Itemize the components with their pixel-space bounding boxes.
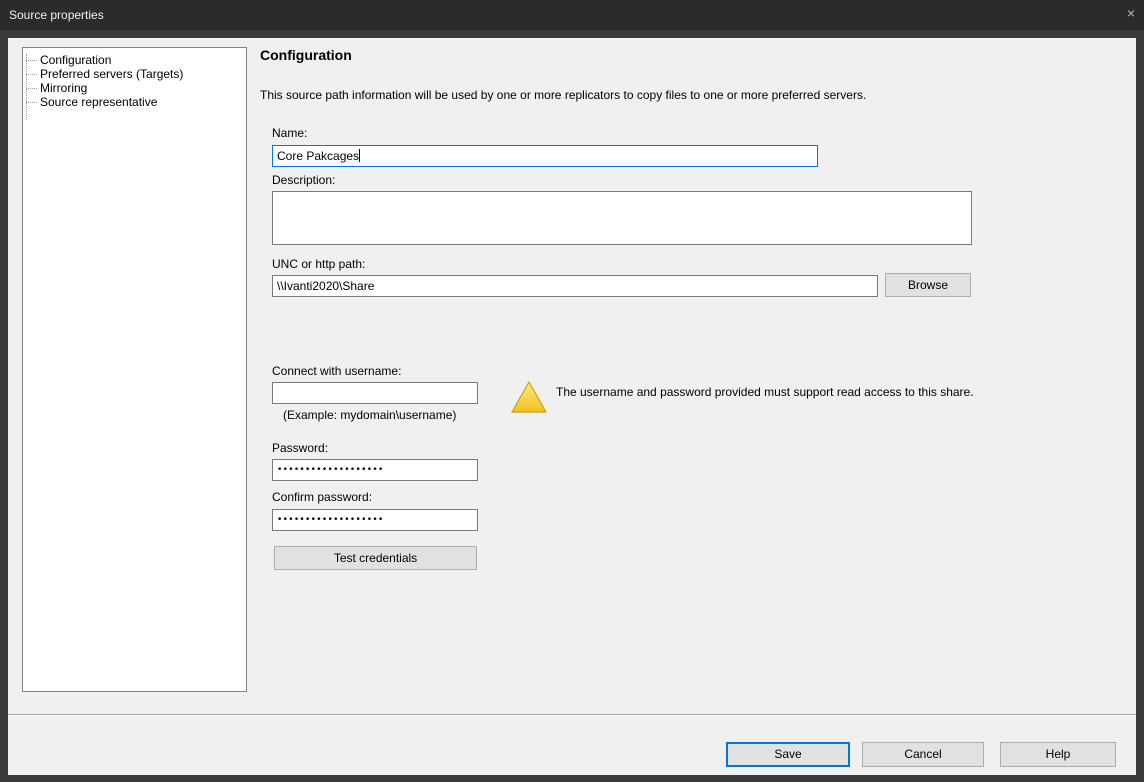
tree-item-preferred-servers[interactable]: Preferred servers (Targets) xyxy=(26,67,184,81)
password-input[interactable]: ••••••••••••••••••• xyxy=(272,459,478,481)
footer-divider xyxy=(8,714,1136,716)
username-example: (Example: mydomain\username) xyxy=(283,408,457,422)
path-label: UNC or http path: xyxy=(272,257,366,271)
tree-item-source-representative[interactable]: Source representative xyxy=(26,95,158,109)
tree-branch-icon xyxy=(26,81,37,89)
info-text: This source path information will be use… xyxy=(260,88,867,102)
confirm-password-input[interactable]: ••••••••••••••••••• xyxy=(272,509,478,531)
tree-item-label: Mirroring xyxy=(40,81,88,95)
username-label: Connect with username: xyxy=(272,364,402,378)
username-input[interactable] xyxy=(272,382,478,404)
text-caret xyxy=(359,149,361,162)
tree-item-label: Source representative xyxy=(40,95,158,109)
confirm-password-label: Confirm password: xyxy=(272,490,373,504)
name-input-value: Core Pakcages xyxy=(277,149,360,163)
password-label: Password: xyxy=(272,441,329,455)
window-title: Source properties xyxy=(9,8,104,22)
tree-item-configuration[interactable]: Configuration xyxy=(26,53,112,67)
page-title: Configuration xyxy=(260,47,352,63)
close-icon[interactable]: × xyxy=(1127,5,1135,21)
navigation-tree: Configuration Preferred servers (Targets… xyxy=(22,47,247,692)
warning-text: The username and password provided must … xyxy=(556,385,974,399)
warning-icon xyxy=(511,381,547,413)
save-button[interactable]: Save xyxy=(726,742,850,767)
name-input[interactable]: Core Pakcages xyxy=(272,145,818,167)
description-input[interactable] xyxy=(272,191,972,245)
tree-item-label: Preferred servers (Targets) xyxy=(40,67,184,81)
tree-branch-icon xyxy=(26,95,37,103)
help-button[interactable]: Help xyxy=(1000,742,1116,767)
description-label: Description: xyxy=(272,173,336,187)
source-properties-window: Source properties × Configuration Prefer… xyxy=(0,0,1144,782)
tree-item-label: Configuration xyxy=(40,53,112,67)
cancel-button[interactable]: Cancel xyxy=(862,742,984,767)
title-bar[interactable]: Source properties × xyxy=(0,0,1144,30)
tree-item-mirroring[interactable]: Mirroring xyxy=(26,81,88,95)
dialog-client-area: Configuration Preferred servers (Targets… xyxy=(8,38,1136,775)
path-input[interactable]: \\Ivanti2020\Share xyxy=(272,275,878,297)
test-credentials-button[interactable]: Test credentials xyxy=(274,546,477,570)
tree-branch-icon xyxy=(26,53,37,61)
tree-branch-icon xyxy=(26,67,37,75)
name-label: Name: xyxy=(272,126,308,140)
browse-button[interactable]: Browse xyxy=(885,273,971,297)
